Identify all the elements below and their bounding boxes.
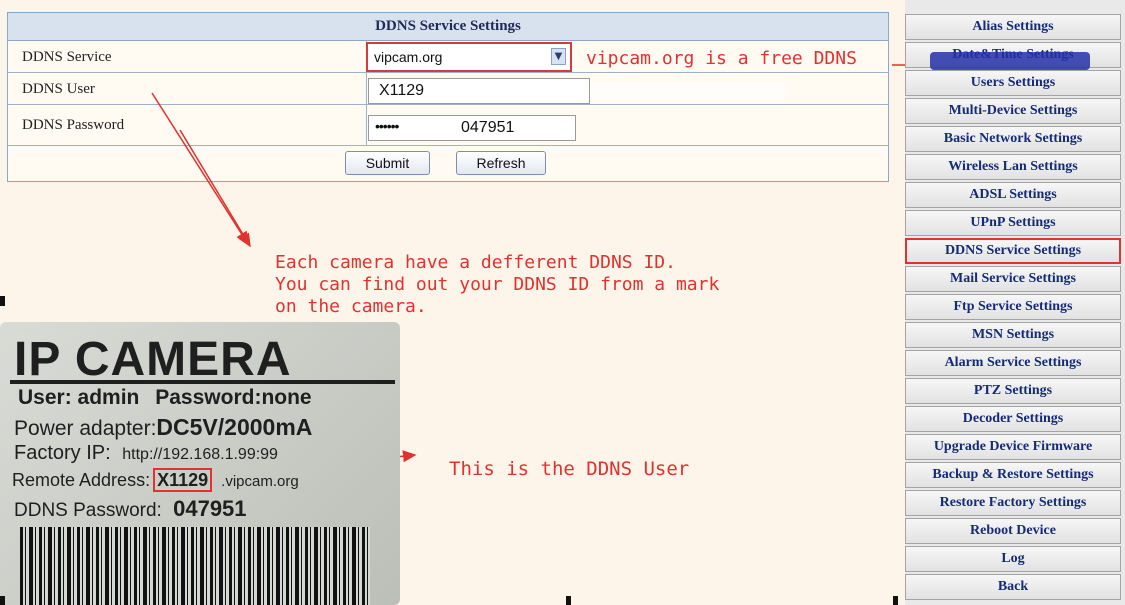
crop-mark <box>566 596 571 605</box>
sticker-user-label: User: <box>18 386 72 409</box>
sticker-ddns-password-label: DDNS Password: <box>14 500 162 521</box>
nav-ddns-service-settings[interactable]: DDNS Service Settings <box>905 238 1121 264</box>
nav-upnp-settings[interactable]: UPnP Settings <box>905 210 1121 236</box>
blurred-region <box>930 52 1090 70</box>
crop-mark <box>893 596 898 605</box>
nav-reboot-device[interactable]: Reboot Device <box>905 518 1121 544</box>
nav-wireless-lan-settings[interactable]: Wireless Lan Settings <box>905 154 1121 180</box>
nav-basic-network-settings[interactable]: Basic Network Settings <box>905 126 1121 152</box>
sticker-factory-value: http://192.168.1.99:99 <box>122 446 278 463</box>
arrow-from-user-label <box>151 92 249 246</box>
sticker-remote-domain: .vipcam.org <box>221 473 299 490</box>
sticker-power-line: Power adapter:DC5V/2000mA <box>14 414 312 441</box>
nav-restore-factory-settings[interactable]: Restore Factory Settings <box>905 490 1121 516</box>
sticker-password-label: Password: <box>155 386 262 409</box>
sticker-ddns-password-line: DDNS Password: 047951 <box>14 496 247 522</box>
camera-label-photo: IP CAMERA User: admin Password:none Powe… <box>0 322 400 605</box>
barcode <box>20 527 370 605</box>
sticker-factory-line: Factory IP: http://192.168.1.99:99 <box>14 442 278 465</box>
nav-alarm-service-settings[interactable]: Alarm Service Settings <box>905 350 1121 376</box>
sticker-factory-label: Factory IP: <box>14 442 111 464</box>
sticker-remote-id: X1129 <box>153 468 213 492</box>
nav-users-settings[interactable]: Users Settings <box>905 70 1121 96</box>
nav-mail-service-settings[interactable]: Mail Service Settings <box>905 266 1121 292</box>
nav-ftp-service-settings[interactable]: Ftp Service Settings <box>905 294 1121 320</box>
sticker-password-value: none <box>261 386 312 409</box>
sticker-remote-line: Remote Address: X1129 .vipcam.org <box>12 468 299 492</box>
arrow-from-password-label <box>179 129 251 248</box>
nav-adsl-settings[interactable]: ADSL Settings <box>905 182 1121 208</box>
sticker-ddns-password-value: 047951 <box>173 496 247 521</box>
sticker-remote-label: Remote Address: <box>12 470 151 490</box>
nav-log[interactable]: Log <box>905 546 1121 572</box>
screenshot-canvas: DDNS Service Settings DDNS Service DDNS … <box>0 0 1125 605</box>
sticker-power-label: Power adapter: <box>14 417 157 440</box>
crop-mark <box>0 596 5 605</box>
nav-backup-restore-settings[interactable]: Backup & Restore Settings <box>905 462 1121 488</box>
nav-alias-settings[interactable]: Alias Settings <box>905 14 1121 40</box>
sticker-user-value: admin <box>77 386 140 409</box>
sticker-divider <box>10 380 395 384</box>
sticker-user-line: User: admin Password:none <box>18 386 312 410</box>
crop-mark <box>0 296 5 306</box>
nav-upgrade-device-firmware[interactable]: Upgrade Device Firmware <box>905 434 1121 460</box>
sticker-power-value: DC5V/2000mA <box>156 414 313 440</box>
nav-decoder-settings[interactable]: Decoder Settings <box>905 406 1121 432</box>
sticker-title: IP CAMERA <box>14 333 292 386</box>
nav-back[interactable]: Back <box>905 574 1121 600</box>
nav-ptz-settings[interactable]: PTZ Settings <box>905 378 1121 404</box>
nav-msn-settings[interactable]: MSN Settings <box>905 322 1121 348</box>
nav-multi-device-settings[interactable]: Multi-Device Settings <box>905 98 1121 124</box>
settings-sidebar: Alias Settings Date&Time Settings Users … <box>905 0 1125 605</box>
